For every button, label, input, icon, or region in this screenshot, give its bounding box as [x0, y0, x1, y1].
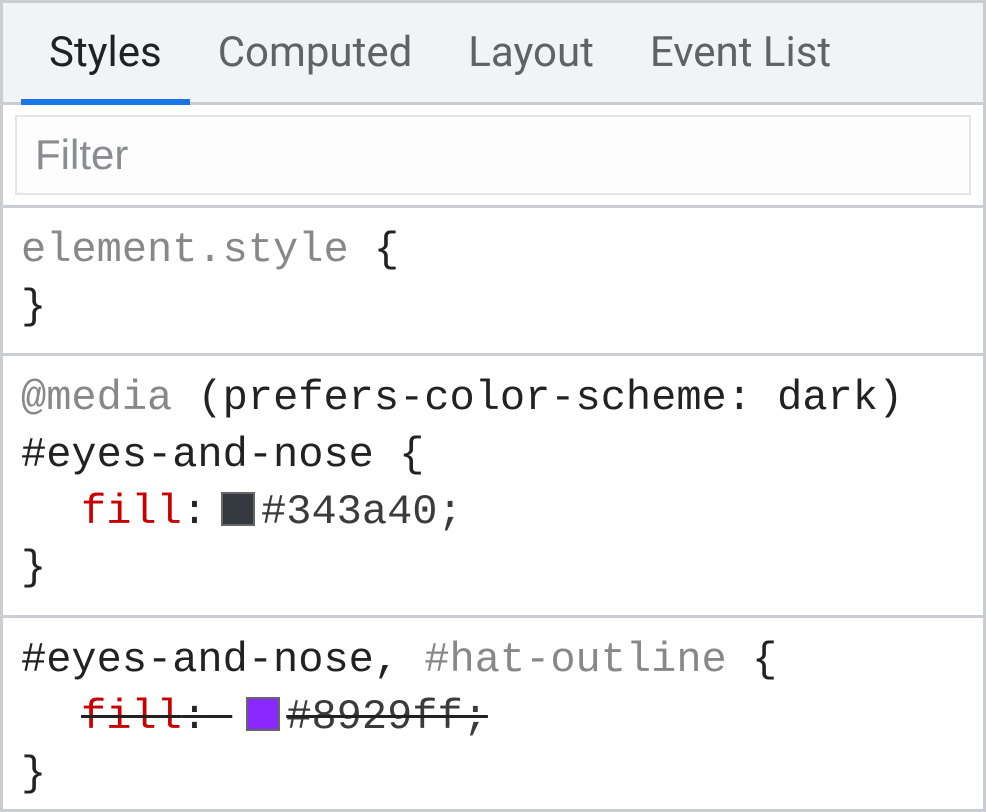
- brace-close: }: [21, 544, 46, 592]
- rule-eyes-and-hat[interactable]: #eyes-and-nose, #hat-outline { fill: #89…: [3, 618, 983, 812]
- devtools-styles-panel: Styles Computed Layout Event List elemen…: [0, 0, 986, 812]
- rules-list: element.style { } @media (prefers-color-…: [3, 208, 983, 812]
- media-at: @media: [21, 374, 172, 422]
- selector[interactable]: #hat-outline: [424, 636, 726, 684]
- brace-close: }: [21, 750, 46, 798]
- declaration-overridden[interactable]: fill: #8929ff;: [21, 689, 965, 746]
- colon: :: [182, 484, 207, 541]
- selector-comma: ,: [374, 636, 399, 684]
- tab-event-listeners[interactable]: Event List: [622, 3, 859, 102]
- filter-input[interactable]: [15, 115, 971, 195]
- colon: :: [182, 693, 207, 741]
- brace-open: {: [399, 431, 424, 479]
- rule-element-style[interactable]: element.style { }: [3, 208, 983, 356]
- tab-bar: Styles Computed Layout Event List: [3, 3, 983, 105]
- color-swatch-icon[interactable]: [246, 697, 280, 731]
- property-name[interactable]: fill: [81, 484, 182, 541]
- brace-close: }: [21, 283, 46, 331]
- declaration[interactable]: fill: #343a40;: [21, 484, 965, 541]
- tab-computed[interactable]: Computed: [190, 3, 441, 102]
- filter-row: [3, 105, 983, 208]
- property-value[interactable]: #343a40;: [261, 484, 463, 541]
- property-value[interactable]: #8929ff;: [286, 693, 488, 741]
- brace-open: {: [752, 636, 777, 684]
- tab-styles[interactable]: Styles: [21, 3, 190, 102]
- brace-open: {: [374, 226, 399, 274]
- color-swatch-icon[interactable]: [221, 492, 255, 526]
- selector[interactable]: #eyes-and-nose: [21, 431, 374, 479]
- rule-media-dark[interactable]: @media (prefers-color-scheme: dark) #eye…: [3, 356, 983, 618]
- tab-layout[interactable]: Layout: [440, 3, 622, 102]
- property-name[interactable]: fill: [81, 693, 182, 741]
- selector[interactable]: element.style: [21, 226, 349, 274]
- selector[interactable]: #eyes-and-nose: [21, 636, 374, 684]
- media-query: (prefers-color-scheme: dark): [197, 374, 903, 422]
